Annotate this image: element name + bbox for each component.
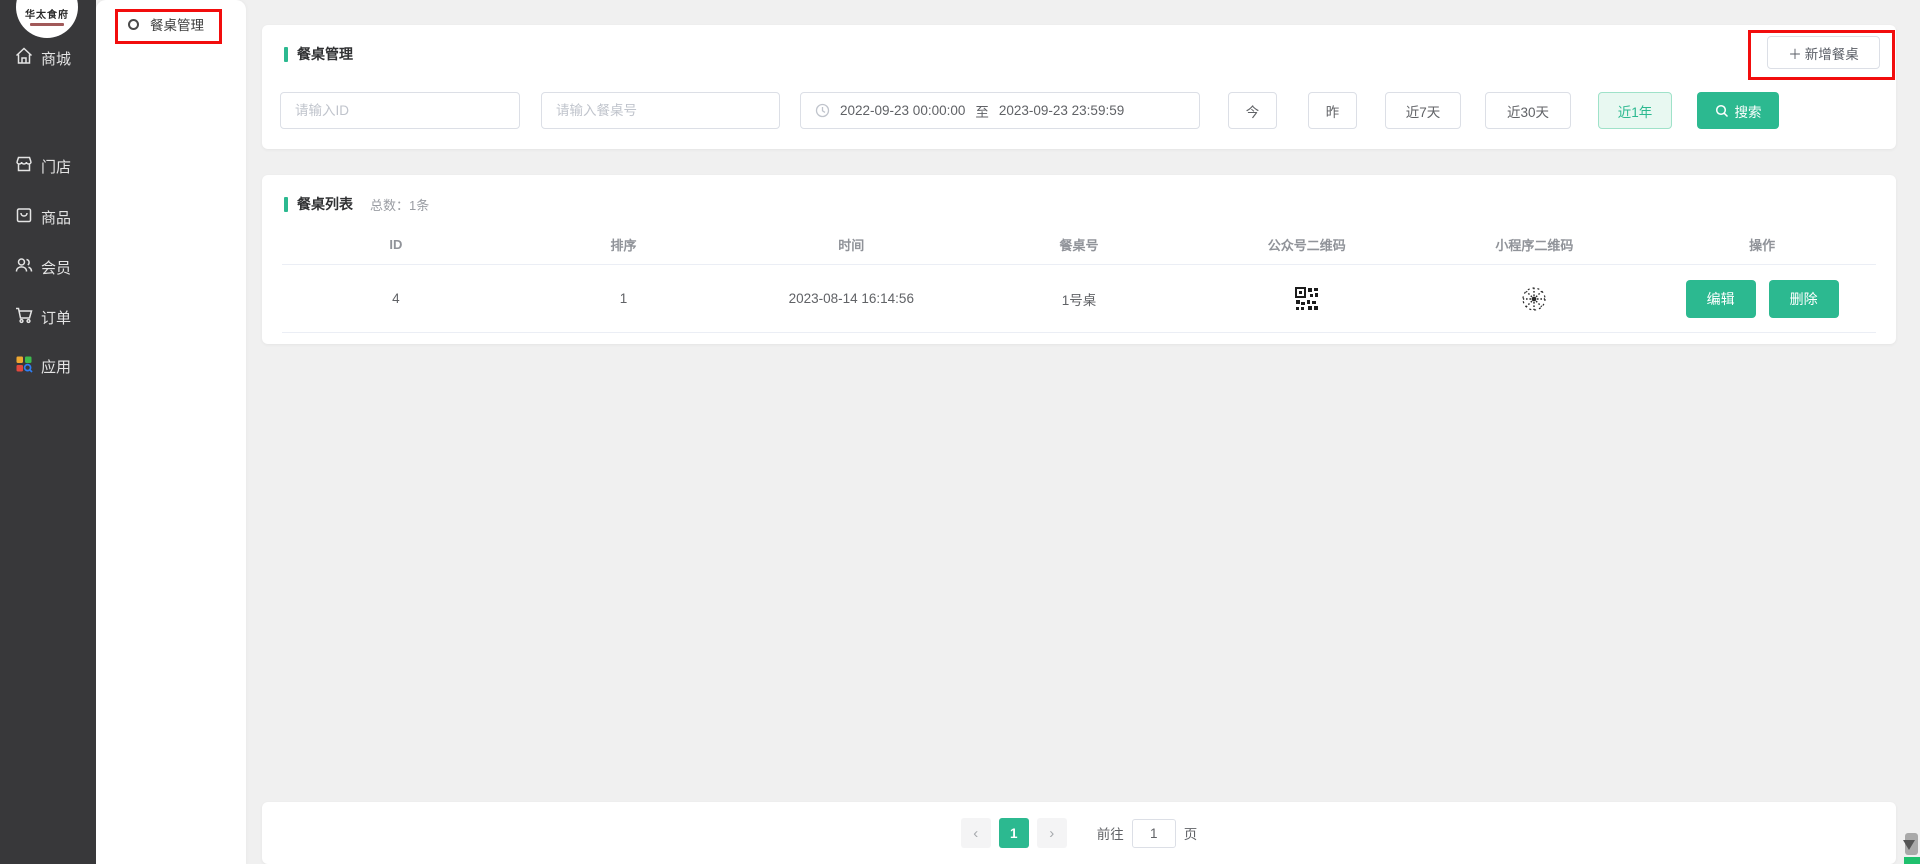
goto-label: 前往 (1097, 823, 1124, 843)
sub-sidebar: 餐桌管理 (96, 0, 246, 864)
cell-official-qr (1193, 287, 1421, 311)
tables-data-table: ID 排序 时间 餐桌号 公众号二维码 小程序二维码 操作 4 1 2023-0… (282, 225, 1876, 333)
page-title: 餐桌管理 (297, 44, 353, 64)
page-number-button[interactable]: 1 (999, 818, 1029, 848)
prev-page-button[interactable]: ‹ (961, 818, 991, 848)
brand-logo-title: 华太食府 (25, 6, 69, 21)
add-table-button-label: 新增餐桌 (1805, 43, 1859, 63)
sidebar-item-label: 门店 (41, 156, 71, 177)
date-separator: 至 (975, 101, 989, 121)
date-end-value: 2023-09-23 23:59:59 (999, 103, 1124, 118)
sidebar-item-members[interactable]: 会员 (0, 249, 96, 285)
date-range-picker[interactable]: 2022-09-23 00:00:00 至 2023-09-23 23:59:5… (800, 92, 1200, 129)
pagination: ‹ 1 › 前往 页 (262, 802, 1896, 864)
home-icon (14, 46, 34, 70)
mouse-cursor-icon (1903, 840, 1915, 850)
scroll-progress-strip (1904, 857, 1920, 864)
goods-icon (14, 205, 34, 229)
add-table-button[interactable]: ＋ 新增餐桌 (1767, 36, 1880, 69)
filter-card-header: 餐桌管理 (284, 44, 353, 64)
edit-button[interactable]: 编辑 (1686, 280, 1756, 318)
cell-miniprogram-qr (1421, 285, 1649, 313)
clock-icon (815, 103, 830, 118)
table-no-input[interactable] (541, 92, 780, 129)
table-card-header: 餐桌列表 总数：1条 (284, 194, 429, 214)
sidebar-item-label: 商城 (41, 48, 71, 69)
pagination-card: ‹ 1 › 前往 页 (262, 802, 1896, 864)
sidebar-item-label: 应用 (41, 356, 71, 377)
column-header-actions: 操作 (1648, 235, 1876, 254)
sidebar-item-label: 商品 (41, 207, 71, 228)
filter-card: 餐桌管理 ＋ 新增餐桌 2022-09-23 00:00:00 至 2023-0… (262, 25, 1896, 149)
column-header-id: ID (282, 237, 510, 252)
cart-icon (14, 305, 34, 329)
section-accent-bar (284, 197, 288, 212)
section-accent-bar (284, 47, 288, 62)
table-list-title: 餐桌列表 (297, 194, 353, 214)
plus-icon: ＋ (1788, 43, 1802, 63)
table-header-row: ID 排序 时间 餐桌号 公众号二维码 小程序二维码 操作 (282, 225, 1876, 265)
sidebar-item-label: 会员 (41, 257, 71, 278)
goto-page-input[interactable] (1132, 819, 1176, 848)
column-header-miniprogram-qr: 小程序二维码 (1421, 235, 1649, 254)
sidebar-item-goods[interactable]: 商品 (0, 199, 96, 235)
column-header-sort: 排序 (510, 235, 738, 254)
apps-icon (14, 354, 34, 378)
submenu-item-label: 餐桌管理 (150, 14, 204, 34)
search-button[interactable]: 搜索 (1697, 92, 1779, 129)
quick-filter-30days[interactable]: 近30天 (1485, 92, 1571, 129)
chevron-right-icon: › (1049, 825, 1054, 842)
sidebar-item-store[interactable]: 门店 (0, 148, 96, 184)
date-start-value: 2022-09-23 00:00:00 (840, 103, 965, 118)
table-card: 餐桌列表 总数：1条 ID 排序 时间 餐桌号 公众号二维码 小程序二维码 操作… (262, 175, 1896, 344)
table-total-count: 总数：1条 (370, 195, 429, 214)
main-sidebar: 华太食府 商城 门店 商品 (0, 0, 96, 864)
quick-filter-today[interactable]: 今 (1228, 92, 1277, 129)
official-account-qr-icon (1295, 287, 1319, 311)
search-icon (1715, 104, 1729, 118)
delete-button[interactable]: 删除 (1769, 280, 1839, 318)
brand-logo: 华太食府 (16, 0, 78, 38)
column-header-official-qr: 公众号二维码 (1193, 235, 1421, 254)
radio-circle-icon (128, 19, 139, 30)
goto-page-group: 前往 页 (1097, 819, 1198, 848)
cell-table-no: 1号桌 (965, 289, 1193, 309)
filter-row: 2022-09-23 00:00:00 至 2023-09-23 23:59:5… (262, 92, 1896, 129)
cell-actions: 编辑 删除 (1648, 280, 1876, 318)
chevron-left-icon: ‹ (973, 825, 978, 842)
sidebar-item-mall[interactable]: 商城 (0, 40, 96, 76)
column-header-time: 时间 (737, 235, 965, 254)
table-row: 4 1 2023-08-14 16:14:56 1号桌 (282, 265, 1876, 333)
quick-filter-7days[interactable]: 近7天 (1385, 92, 1461, 129)
members-icon (14, 255, 34, 279)
sidebar-item-label: 订单 (41, 307, 71, 328)
column-header-table-no: 餐桌号 (965, 235, 1193, 254)
page-unit-label: 页 (1184, 823, 1198, 843)
store-icon (14, 154, 34, 178)
quick-filter-yesterday[interactable]: 昨 (1308, 92, 1357, 129)
miniprogram-qr-icon (1520, 285, 1548, 313)
sidebar-item-orders[interactable]: 订单 (0, 299, 96, 335)
quick-filter-1year[interactable]: 近1年 (1598, 92, 1672, 129)
search-button-label: 搜索 (1735, 101, 1762, 121)
cell-time: 2023-08-14 16:14:56 (737, 291, 965, 306)
cell-sort: 1 (510, 291, 738, 306)
cell-id: 4 (282, 291, 510, 306)
submenu-item-table-management[interactable]: 餐桌管理 (96, 6, 246, 42)
id-input[interactable] (280, 92, 520, 129)
brand-logo-subtitle-line (30, 23, 64, 26)
next-page-button[interactable]: › (1037, 818, 1067, 848)
sidebar-item-apps[interactable]: 应用 (0, 348, 96, 384)
